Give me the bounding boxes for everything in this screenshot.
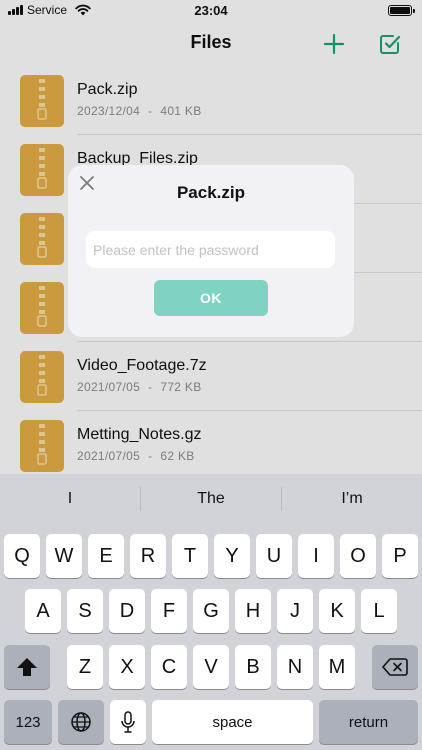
microphone-icon xyxy=(121,711,135,733)
key-p[interactable]: P xyxy=(382,534,418,578)
key-u[interactable]: U xyxy=(256,534,292,578)
key-q[interactable]: Q xyxy=(4,534,40,578)
key-h[interactable]: H xyxy=(235,589,271,633)
return-key[interactable]: return xyxy=(319,700,418,744)
backspace-icon xyxy=(382,658,408,676)
ok-button[interactable]: OK xyxy=(154,280,268,316)
key-a[interactable]: A xyxy=(25,589,61,633)
shift-key[interactable] xyxy=(4,645,50,689)
key-j[interactable]: J xyxy=(277,589,313,633)
microphone-key[interactable] xyxy=(110,700,146,744)
key-c[interactable]: C xyxy=(151,645,187,689)
key-m[interactable]: M xyxy=(319,645,355,689)
password-dialog: Pack.zip OK xyxy=(68,165,354,337)
suggestion-1[interactable]: I xyxy=(0,490,140,508)
key-e[interactable]: E xyxy=(88,534,124,578)
key-y[interactable]: Y xyxy=(214,534,250,578)
key-i[interactable]: I xyxy=(298,534,334,578)
dialog-title: Pack.zip xyxy=(176,183,246,202)
keyboard: I The I’m 123 space return QWERTYUIOPASD… xyxy=(0,474,422,750)
key-x[interactable]: X xyxy=(109,645,145,689)
key-d[interactable]: D xyxy=(109,589,145,633)
key-w[interactable]: W xyxy=(46,534,82,578)
key-k[interactable]: K xyxy=(319,589,355,633)
password-input[interactable] xyxy=(86,231,335,268)
backspace-key[interactable] xyxy=(372,645,418,689)
key-v[interactable]: V xyxy=(193,645,229,689)
key-z[interactable]: Z xyxy=(67,645,103,689)
key-f[interactable]: F xyxy=(151,589,187,633)
shift-icon xyxy=(17,658,37,676)
suggestion-bar: I The I’m xyxy=(0,474,422,524)
key-b[interactable]: B xyxy=(235,645,271,689)
key-t[interactable]: T xyxy=(172,534,208,578)
globe-icon xyxy=(71,712,91,732)
suggestion-3[interactable]: I’m xyxy=(282,490,422,508)
key-o[interactable]: O xyxy=(340,534,376,578)
key-l[interactable]: L xyxy=(361,589,397,633)
space-key[interactable]: space xyxy=(152,700,313,744)
key-s[interactable]: S xyxy=(67,589,103,633)
key-n[interactable]: N xyxy=(277,645,313,689)
globe-key[interactable] xyxy=(58,700,104,744)
numbers-key[interactable]: 123 xyxy=(4,700,52,744)
key-r[interactable]: R xyxy=(130,534,166,578)
suggestion-2[interactable]: The xyxy=(141,490,281,508)
key-g[interactable]: G xyxy=(193,589,229,633)
